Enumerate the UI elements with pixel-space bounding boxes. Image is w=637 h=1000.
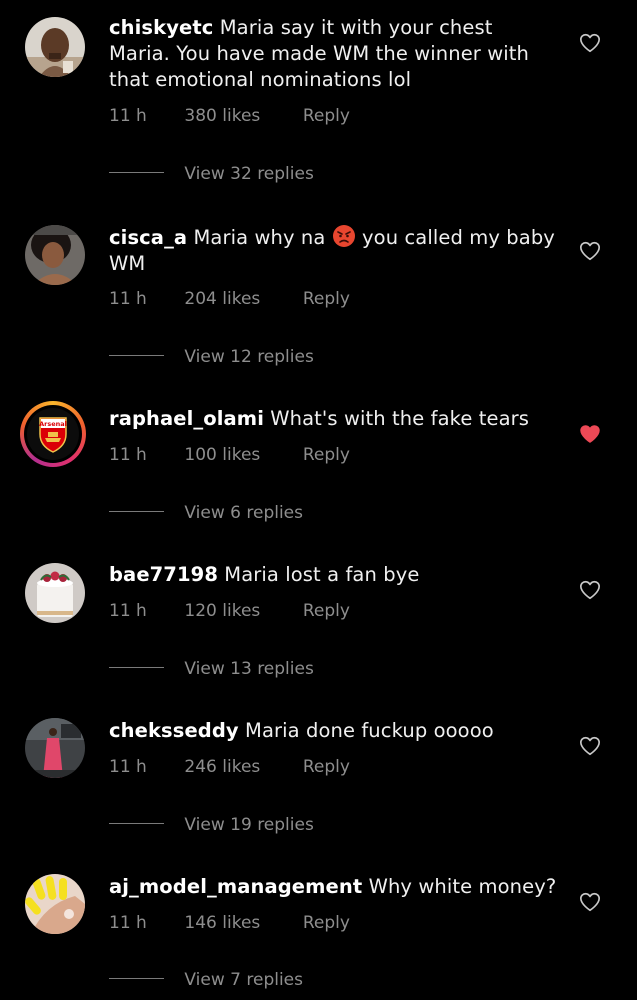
view-replies-button[interactable]: View 13 replies: [109, 659, 314, 679]
like-heart-icon[interactable]: [579, 891, 601, 913]
user-avatar[interactable]: [25, 225, 85, 285]
comment-time: 11 h: [109, 913, 147, 933]
comment-username[interactable]: chiskyetc: [109, 16, 213, 39]
view-replies-label: View 13 replies: [184, 659, 314, 679]
comment-text: raphael_olami What's with the fake tears: [109, 406, 559, 432]
like-heart-icon[interactable]: [579, 579, 601, 601]
comment-likes[interactable]: 380 likes: [184, 106, 297, 126]
comment-text: aj_model_management Why white money?: [109, 874, 559, 900]
comment-username[interactable]: cisca_a: [109, 226, 187, 249]
view-replies-label: View 32 replies: [184, 164, 314, 184]
reply-button[interactable]: Reply: [303, 757, 350, 777]
view-replies-button[interactable]: View 7 replies: [109, 970, 303, 990]
view-replies-button[interactable]: View 12 replies: [109, 347, 314, 367]
divider: [109, 510, 164, 512]
user-avatar[interactable]: Arsenal: [27, 408, 79, 460]
comment-username[interactable]: aj_model_management: [109, 875, 362, 898]
comment-time: 11 h: [109, 601, 147, 621]
reply-button[interactable]: Reply: [303, 601, 350, 621]
comment-meta: 11 h 246 likes Reply: [109, 757, 350, 777]
view-replies-label: View 7 replies: [184, 970, 303, 990]
comment-likes[interactable]: 146 likes: [184, 913, 297, 933]
view-replies-label: View 19 replies: [184, 815, 314, 835]
comment-likes[interactable]: 100 likes: [184, 445, 297, 465]
arsenal-logo-text: Arsenal: [39, 420, 67, 428]
comment-username[interactable]: raphael_olami: [109, 407, 264, 430]
view-replies-button[interactable]: View 19 replies: [109, 815, 314, 835]
user-avatar[interactable]: [25, 718, 85, 778]
reply-button[interactable]: Reply: [303, 106, 350, 126]
comment-meta: 11 h 146 likes Reply: [109, 913, 350, 933]
user-avatar[interactable]: [25, 874, 85, 934]
comment-text: bae77198 Maria lost a fan bye: [109, 562, 559, 588]
comment-likes[interactable]: 246 likes: [184, 757, 297, 777]
user-avatar[interactable]: [25, 17, 85, 77]
comment-meta: 11 h 204 likes Reply: [109, 289, 350, 309]
like-heart-icon[interactable]: [579, 735, 601, 757]
like-heart-icon[interactable]: [579, 32, 601, 54]
comment-time: 11 h: [109, 289, 147, 309]
comment-meta: 11 h 380 likes Reply: [109, 106, 350, 126]
comment-likes[interactable]: 120 likes: [184, 601, 297, 621]
comment-body: What's with the fake tears: [270, 407, 529, 430]
comment-username[interactable]: bae77198: [109, 563, 218, 586]
angry-face-emoji-icon: [332, 225, 355, 247]
comment-meta: 11 h 100 likes Reply: [109, 445, 350, 465]
comment-body-start: Maria why na: [193, 226, 326, 249]
comment-body: Maria done fuckup ooooo: [245, 719, 494, 742]
divider: [109, 171, 164, 173]
reply-button[interactable]: Reply: [303, 913, 350, 933]
comment-text: chiskyetc Maria say it with your chest M…: [109, 15, 559, 93]
comment-time: 11 h: [109, 445, 147, 465]
liked-heart-icon[interactable]: [579, 423, 601, 445]
comment-likes[interactable]: 204 likes: [184, 289, 297, 309]
view-replies-button[interactable]: View 32 replies: [109, 164, 314, 184]
view-replies-label: View 6 replies: [184, 503, 303, 523]
comment-time: 11 h: [109, 757, 147, 777]
divider: [109, 354, 164, 356]
comment-text: cisca_a Maria why na you called my baby …: [109, 224, 559, 277]
comment-body: Why white money?: [368, 875, 557, 898]
comment-time: 11 h: [109, 106, 147, 126]
user-avatar[interactable]: [25, 563, 85, 623]
divider: [109, 666, 164, 668]
comment-meta: 11 h 120 likes Reply: [109, 601, 350, 621]
reply-button[interactable]: Reply: [303, 289, 350, 309]
story-ring[interactable]: Arsenal: [20, 401, 86, 467]
like-heart-icon[interactable]: [579, 240, 601, 262]
comment-username[interactable]: cheksseddy: [109, 719, 239, 742]
divider: [109, 977, 164, 979]
divider: [109, 822, 164, 824]
comment-text: cheksseddy Maria done fuckup ooooo: [109, 718, 559, 744]
view-replies-label: View 12 replies: [184, 347, 314, 367]
reply-button[interactable]: Reply: [303, 445, 350, 465]
comment-body: Maria lost a fan bye: [224, 563, 420, 586]
view-replies-button[interactable]: View 6 replies: [109, 503, 303, 523]
